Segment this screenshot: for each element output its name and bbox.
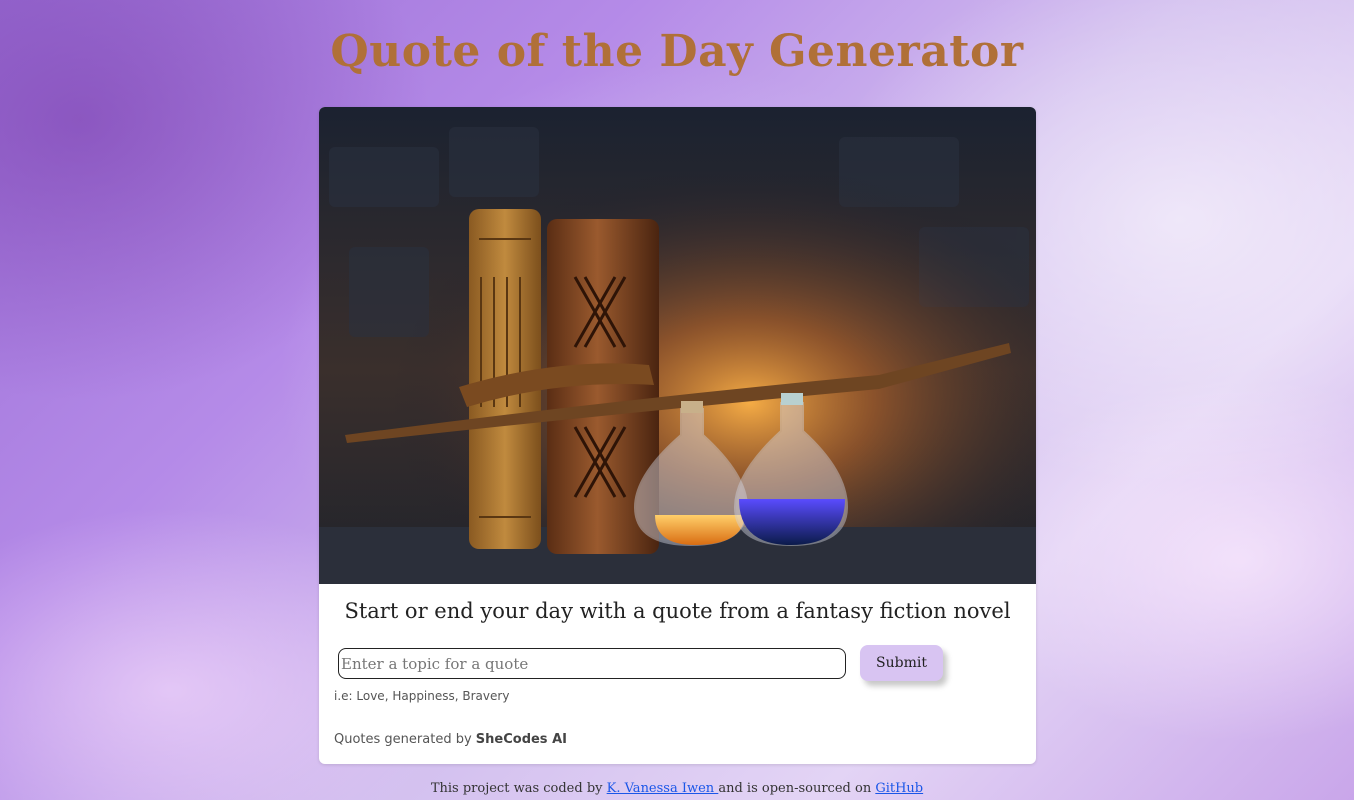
submit-button[interactable]: Submit	[860, 645, 943, 681]
topic-input[interactable]	[338, 648, 846, 679]
github-link[interactable]: GitHub	[875, 781, 923, 796]
footer-prefix: This project was coded by	[430, 781, 607, 796]
page-title: Quote of the Day Generator	[330, 26, 1024, 77]
footer: This project was coded by K. Vanessa Iwe…	[0, 781, 1354, 796]
ai-credit-brand: SheCodes AI	[475, 732, 567, 747]
footer-middle: and is open-sourced on	[718, 781, 876, 796]
ai-credit: Quotes generated by SheCodes AI	[334, 732, 567, 747]
tagline: Start or end your day with a quote from …	[344, 599, 1011, 623]
hero-image	[319, 107, 1036, 584]
topic-hint: i.e: Love, Happiness, Bravery	[334, 689, 510, 703]
quote-card: Start or end your day with a quote from …	[319, 107, 1036, 764]
author-link[interactable]: K. Vanessa Iwen	[607, 781, 719, 796]
ai-credit-prefix: Quotes generated by	[334, 732, 476, 747]
